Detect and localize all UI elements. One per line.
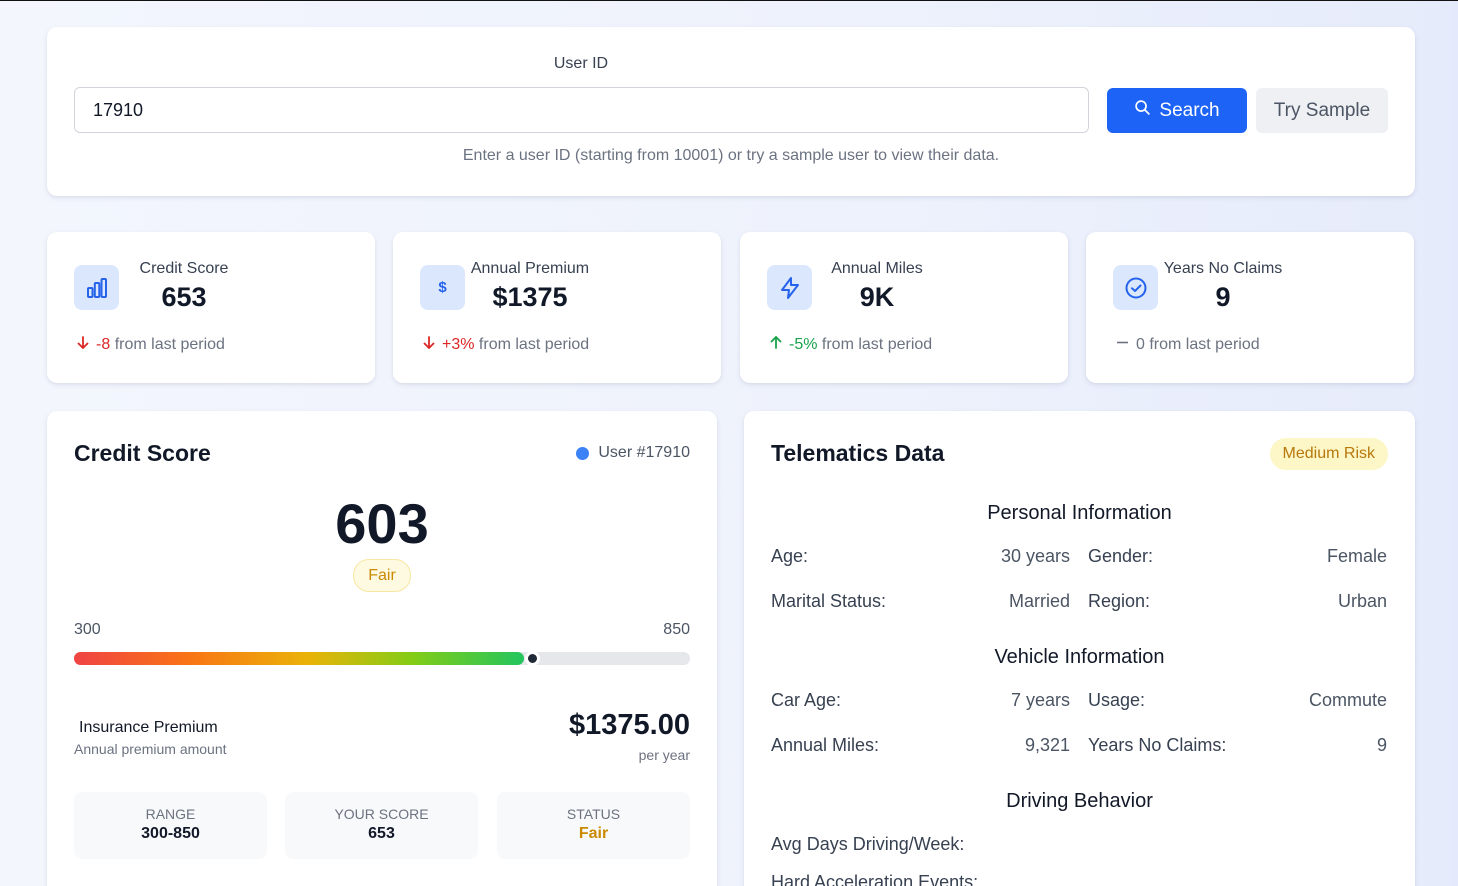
telematics-card: Telematics Data Medium Risk Personal Inf… bbox=[744, 411, 1415, 886]
search-icon bbox=[1134, 99, 1151, 122]
arrow-down-icon bbox=[77, 336, 89, 354]
summary-status-box: STATUS Fair bbox=[497, 792, 690, 859]
summary-score-box: YOUR SCORE 653 bbox=[285, 792, 478, 859]
driving-behavior-heading: Driving Behavior bbox=[1006, 790, 1153, 812]
stat-card-annual-miles: Annual Miles 9K -5% from last period bbox=[740, 232, 1068, 383]
stat-label: Annual Miles bbox=[831, 260, 923, 277]
stat-change-suffix: from last period bbox=[821, 336, 933, 353]
try-sample-button[interactable]: Try Sample bbox=[1256, 88, 1388, 133]
stat-value: 653 bbox=[161, 282, 207, 312]
gender-label: Gender: bbox=[1088, 546, 1154, 566]
summary-value: Fair bbox=[578, 825, 609, 842]
stat-card-years-no-claims: Years No Claims 9 0 from last period bbox=[1086, 232, 1414, 383]
search-button[interactable]: Search bbox=[1107, 88, 1247, 133]
arrow-down-icon bbox=[423, 336, 435, 354]
usage-label: Usage: bbox=[1088, 690, 1146, 710]
premium-period: per year bbox=[638, 747, 690, 763]
summary-value: 653 bbox=[368, 825, 395, 842]
stat-change-suffix: from last period bbox=[114, 336, 225, 353]
stat-card-credit-score: Credit Score 653 -8 from last period bbox=[47, 232, 375, 383]
search-button-label: Search bbox=[1159, 99, 1220, 121]
user-id-text: User #17910 bbox=[598, 444, 690, 461]
stat-change: +3% from last period bbox=[423, 336, 589, 354]
usage-value: Commute bbox=[1308, 690, 1387, 710]
premium-sublabel: Annual premium amount bbox=[74, 741, 227, 757]
hard-acceleration-label: Hard Acceleration Events: bbox=[771, 872, 979, 886]
car-age-value: 7 years bbox=[1010, 690, 1070, 710]
stat-label: Annual Premium bbox=[470, 260, 590, 277]
summary-range-box: RANGE 300-850 bbox=[74, 792, 267, 859]
summary-label: STATUS bbox=[566, 806, 621, 822]
years-no-claims-value: 9 bbox=[1376, 735, 1387, 755]
car-age-label: Car Age: bbox=[771, 690, 842, 710]
stat-value: 9 bbox=[1215, 282, 1231, 312]
credit-score-card: Credit Score User #17910 603 Fair 300 85… bbox=[47, 411, 717, 886]
telematics-title: Telematics Data bbox=[771, 440, 945, 466]
marital-status-label: Marital Status: bbox=[771, 591, 887, 611]
score-progress-bar bbox=[74, 651, 690, 666]
marital-status-value: Married bbox=[1008, 591, 1070, 611]
search-help-text: Enter a user ID (starting from 10001) or… bbox=[462, 147, 1000, 164]
user-indicator: User #17910 bbox=[576, 444, 690, 462]
premium-value: $1375.00 bbox=[569, 709, 690, 741]
stat-change-value: -8 bbox=[96, 336, 111, 353]
stat-change-suffix: from last period bbox=[1149, 336, 1260, 353]
years-no-claims-label: Years No Claims: bbox=[1088, 735, 1227, 755]
stat-label: Years No Claims bbox=[1163, 260, 1283, 277]
risk-badge: Medium Risk bbox=[1269, 438, 1388, 470]
user-id-input[interactable] bbox=[74, 87, 1089, 133]
annual-miles-value: 9,321 bbox=[1024, 735, 1070, 755]
premium-label: Insurance Premium bbox=[79, 719, 218, 736]
status-dot-icon bbox=[576, 446, 590, 460]
range-max-label: 850 bbox=[663, 621, 690, 638]
region-value: Urban bbox=[1337, 591, 1387, 611]
stat-change-value: +3% bbox=[442, 336, 475, 353]
stat-value: $1375 bbox=[492, 282, 568, 312]
avg-days-driving-label: Avg Days Driving/Week: bbox=[771, 834, 965, 854]
range-min-label: 300 bbox=[74, 621, 101, 638]
vehicle-info-heading: Vehicle Information bbox=[994, 646, 1165, 668]
age-label: Age: bbox=[771, 546, 809, 566]
annual-miles-label: Annual Miles: bbox=[771, 735, 880, 755]
summary-label: RANGE bbox=[145, 806, 196, 822]
credit-score-value: 603 bbox=[335, 492, 429, 555]
page-scrollbar[interactable] bbox=[1450, 1, 1458, 886]
rating-badge: Fair bbox=[353, 559, 411, 592]
stat-label: Credit Score bbox=[139, 260, 229, 277]
arrow-up-icon bbox=[770, 335, 782, 354]
search-card: User ID Search Try Sample Enter a user I… bbox=[47, 27, 1415, 196]
stat-change: -5% from last period bbox=[770, 335, 933, 354]
stat-change: -8 from last period bbox=[77, 336, 225, 354]
stat-change-value: -5% bbox=[789, 336, 818, 353]
score-progress-fill bbox=[74, 652, 524, 665]
stat-change-value: 0 bbox=[1136, 336, 1145, 353]
summary-value: 300-850 bbox=[141, 825, 200, 842]
stat-card-annual-premium: $ Annual Premium $1375 +3% from last per… bbox=[393, 232, 721, 383]
stat-value: 9K bbox=[859, 282, 895, 312]
dash-icon bbox=[1116, 336, 1129, 354]
score-progress-marker bbox=[525, 651, 540, 666]
personal-info-heading: Personal Information bbox=[987, 502, 1172, 524]
gender-value: Female bbox=[1326, 546, 1387, 566]
user-id-label: User ID bbox=[553, 55, 609, 72]
summary-label: YOUR SCORE bbox=[334, 806, 429, 822]
stat-change-suffix: from last period bbox=[478, 336, 590, 353]
credit-card-title: Credit Score bbox=[74, 440, 211, 466]
stat-change: 0 from last period bbox=[1116, 336, 1260, 354]
age-value: 30 years bbox=[1000, 546, 1070, 566]
region-label: Region: bbox=[1088, 591, 1151, 611]
